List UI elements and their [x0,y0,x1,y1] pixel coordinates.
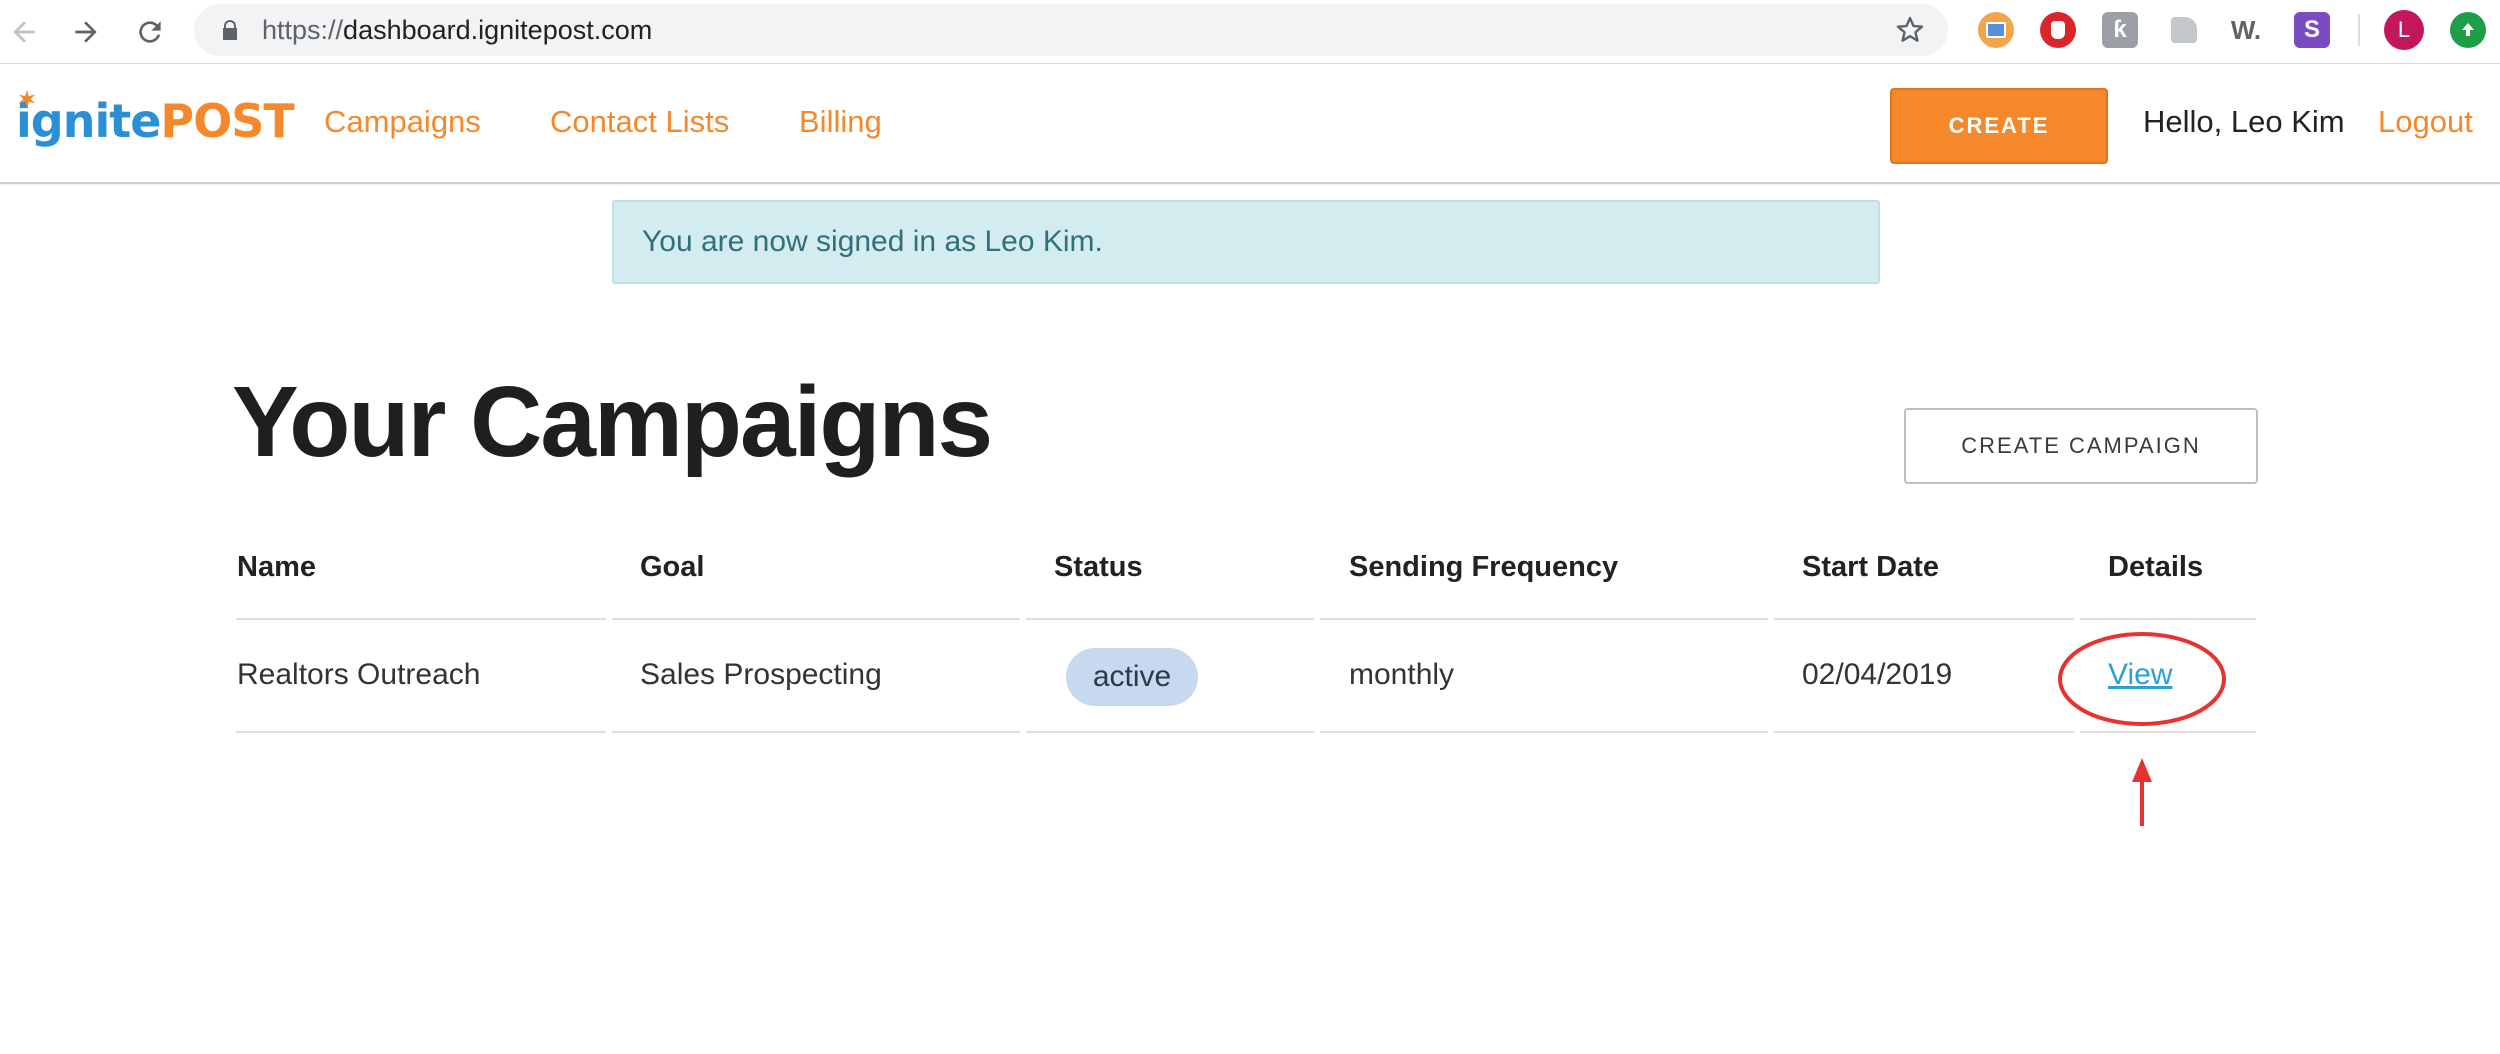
header-divider [1774,618,2074,620]
column-header-frequency: Sending Frequency [1349,551,1619,583]
alert-message: You are now signed in as Leo Kim. [642,225,1103,258]
column-header-start-date: Start Date [1802,551,1939,583]
create-campaign-button[interactable]: CREATE CAMPAIGN [1904,408,2258,484]
signin-alert: You are now signed in as Leo Kim. [612,200,1880,284]
reload-icon [139,21,161,43]
bookmark-star-icon[interactable] [1894,14,1926,46]
header-divider [236,618,606,620]
profile-avatar[interactable]: L [2384,10,2424,50]
forward-button[interactable] [64,10,108,54]
back-button[interactable] [2,10,46,54]
image-extension-icon[interactable] [1978,12,2014,48]
reload-button[interactable] [128,10,172,54]
update-arrow-icon[interactable] [2450,12,2486,48]
logout-link[interactable]: Logout [2378,104,2473,140]
row-divider [1774,731,2074,733]
toolbar-divider [2358,14,2360,46]
cell-start-date: 02/04/2019 [1802,658,1953,691]
cell-name: Realtors Outreach [237,658,481,691]
highlight-circle [2058,632,2226,726]
address-bar[interactable]: https://dashboard.ignitepost.com [194,4,1948,56]
column-header-details: Details [2108,551,2204,583]
nav-contact-lists[interactable]: Contact Lists [550,104,729,140]
url-text: https://dashboard.ignitepost.com [262,15,653,45]
s-extension-icon[interactable]: S [2294,12,2330,48]
cell-frequency: monthly [1349,658,1455,691]
lock-icon [223,20,237,40]
row-divider [612,731,1020,733]
column-header-name: Name [237,551,316,583]
forward-arrow-icon [75,21,97,43]
cell-goal: Sales Prospecting [640,658,882,691]
row-divider [1320,731,1768,733]
stop-hand-extension-icon[interactable] [2040,12,2076,48]
header-divider [612,618,1020,620]
nav-billing[interactable]: Billing [799,104,882,140]
w-extension-icon[interactable]: W. [2228,12,2264,48]
k-extension-icon[interactable]: ƙ [2102,12,2138,48]
header-divider [1320,618,1768,620]
back-arrow-icon [13,21,35,43]
user-greeting: Hello, Leo Kim [2143,104,2345,139]
create-button[interactable]: CREATE [1890,88,2108,164]
column-header-goal: Goal [640,551,705,583]
ignitepost-logo[interactable]: ignitePOST [16,90,295,158]
row-divider [1026,731,1314,733]
nav-campaigns[interactable]: Campaigns [324,104,481,140]
app-header: ignitePOST Campaigns Contact Lists Billi… [0,64,2500,184]
status-badge: active [1066,648,1198,706]
row-divider [236,731,606,733]
annotation-highlight [2058,632,2226,826]
grey-extension-icon[interactable] [2166,12,2202,48]
column-header-status: Status [1054,551,1143,583]
highlight-arrow-head [2132,758,2152,782]
browser-toolbar: https://dashboard.ignitepost.com ƙ W. S … [0,0,2500,64]
header-divider [1026,618,1314,620]
page-title: Your Campaigns [232,366,993,478]
spark-icon [18,90,36,108]
